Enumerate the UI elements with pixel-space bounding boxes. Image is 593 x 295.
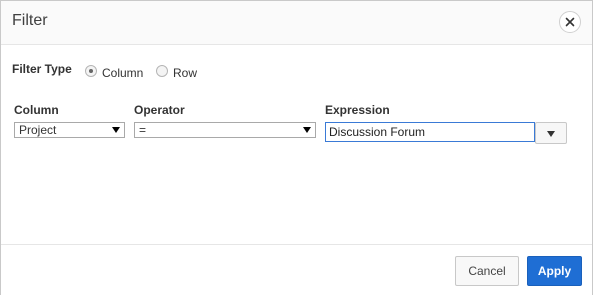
expression-dropdown-button[interactable] <box>535 122 567 144</box>
radio-row[interactable] <box>156 65 168 77</box>
dialog-header: Filter <box>1 1 592 45</box>
chevron-down-icon <box>112 127 120 133</box>
radio-row-label[interactable]: Row <box>173 66 197 80</box>
filter-type-label: Filter Type <box>12 62 72 76</box>
expression-input[interactable]: Discussion Forum <box>325 122 535 142</box>
operator-select[interactable]: = <box>134 122 316 138</box>
column-select[interactable]: Project <box>14 122 125 138</box>
operator-label: Operator <box>134 103 185 117</box>
filter-dialog: Filter Filter Type Column Row Column Ope… <box>0 0 593 295</box>
chevron-down-icon <box>547 131 555 137</box>
radio-column-label[interactable]: Column <box>102 66 143 80</box>
column-select-value: Project <box>19 123 57 137</box>
expression-label: Expression <box>325 103 390 117</box>
dialog-title: Filter <box>12 12 48 29</box>
close-button[interactable] <box>559 11 581 33</box>
apply-button[interactable]: Apply <box>527 256 582 286</box>
chevron-down-icon <box>303 127 311 133</box>
column-label: Column <box>14 103 59 117</box>
operator-select-value: = <box>139 123 147 137</box>
cancel-button[interactable]: Cancel <box>455 256 519 286</box>
close-icon <box>565 17 575 27</box>
radio-column[interactable] <box>85 65 97 77</box>
